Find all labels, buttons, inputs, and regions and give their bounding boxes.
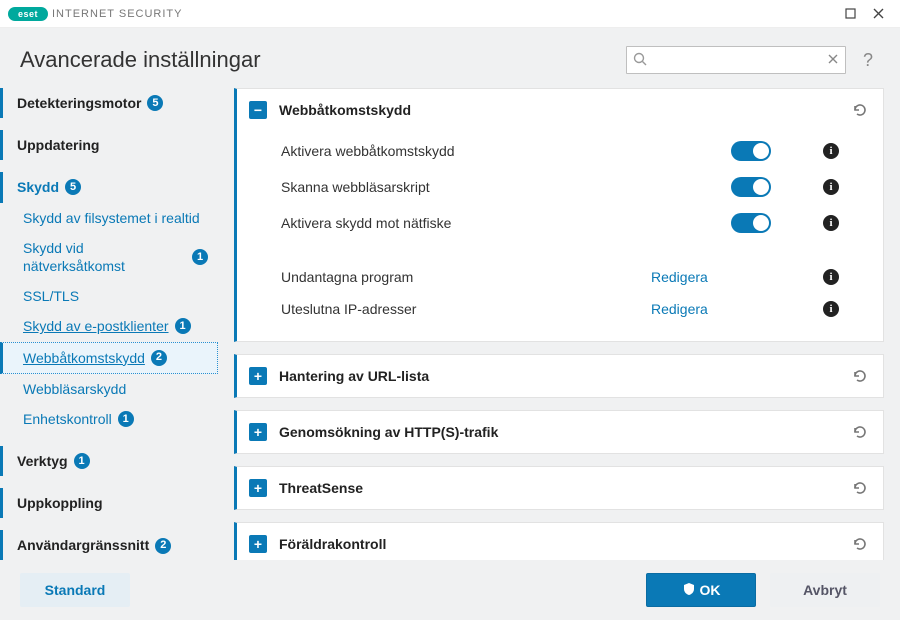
revert-icon[interactable] — [849, 533, 871, 555]
sidebar-item-webbatkomstskydd[interactable]: Webbåtkomstskydd 2 — [0, 342, 218, 374]
revert-icon[interactable] — [849, 99, 871, 121]
sidebar-item-label: Skydd av filsystemet i realtid — [23, 209, 200, 227]
setting-row: Aktivera skydd mot nätfiske i — [281, 205, 839, 241]
edit-link-uteslutna-ip[interactable]: Redigera — [651, 301, 801, 317]
info-icon[interactable]: i — [823, 269, 839, 285]
setting-label: Undantagna program — [281, 269, 651, 285]
revert-icon[interactable] — [849, 365, 871, 387]
sidebar-item-label: Skydd — [17, 178, 59, 196]
sidebar-item-uppdatering[interactable]: Uppdatering — [0, 130, 218, 160]
panel-body: Aktivera webbåtkomstskydd i Skanna webbl… — [237, 131, 883, 341]
clear-search-icon[interactable] — [827, 52, 839, 68]
page-title: Avancerade inställningar — [20, 47, 261, 73]
setting-row: Undantagna program Redigera i — [281, 261, 839, 293]
sidebar-item-enhetskontroll[interactable]: Enhetskontroll 1 — [0, 404, 218, 434]
badge: 5 — [147, 95, 163, 111]
search-box[interactable] — [626, 46, 846, 74]
sidebar-item-label: Uppkoppling — [17, 494, 103, 512]
ok-button[interactable]: OK — [646, 573, 756, 607]
sidebar-item-ssl-tls[interactable]: SSL/TLS — [0, 281, 218, 311]
toggle-aktivera-webbatkomstskydd[interactable] — [731, 141, 771, 161]
panel-threatsense: + ThreatSense — [234, 466, 884, 510]
product-name: INTERNET SECURITY — [52, 8, 182, 20]
badge: 2 — [155, 538, 171, 554]
ok-button-label: OK — [700, 582, 721, 598]
setting-row: Aktivera webbåtkomstskydd i — [281, 133, 839, 169]
panel-url-lista: + Hantering av URL-lista — [234, 354, 884, 398]
badge: 1 — [118, 411, 134, 427]
toggle-aktivera-natfiskeskydd[interactable] — [731, 213, 771, 233]
sidebar-item-verktyg[interactable]: Verktyg 1 — [0, 446, 218, 476]
setting-label: Aktivera skydd mot nätfiske — [281, 215, 731, 231]
help-icon[interactable]: ? — [856, 50, 880, 71]
header: Avancerade inställningar ? — [0, 28, 900, 84]
sidebar-item-anvandargranssnitt[interactable]: Användargränssnitt 2 — [0, 530, 218, 560]
sidebar-item-label: Skydd vid nätverksåtkomst — [23, 239, 186, 275]
sidebar-item-skydd-natverksatkomst[interactable]: Skydd vid nätverksåtkomst 1 — [0, 233, 218, 281]
sidebar-item-detekteringsmotor[interactable]: Detekteringsmotor 5 — [0, 88, 218, 118]
main: − Webbåtkomstskydd Aktivera webbåtkomsts… — [218, 84, 884, 560]
info-icon[interactable]: i — [823, 301, 839, 317]
toggle-skanna-webblasarskript[interactable] — [731, 177, 771, 197]
setting-label: Aktivera webbåtkomstskydd — [281, 143, 731, 159]
sidebar-item-label: Användargränssnitt — [17, 536, 149, 554]
sidebar-item-uppkoppling[interactable]: Uppkoppling — [0, 488, 218, 518]
info-icon[interactable]: i — [823, 143, 839, 159]
info-icon[interactable]: i — [823, 179, 839, 195]
brand-logo: eset INTERNET SECURITY — [8, 7, 182, 21]
sidebar-item-label: Webbåtkomstskydd — [23, 349, 145, 367]
sidebar-item-skydd[interactable]: Skydd 5 — [0, 172, 218, 202]
badge: 2 — [151, 350, 167, 366]
badge: 1 — [192, 249, 208, 265]
badge: 1 — [74, 453, 90, 469]
window-close-icon[interactable] — [864, 4, 892, 24]
setting-label: Skanna webbläsarskript — [281, 179, 731, 195]
sidebar-item-label: Detekteringsmotor — [17, 94, 141, 112]
sidebar-item-webblasarskydd[interactable]: Webbläsarskydd — [0, 374, 218, 404]
sidebar-item-label: SSL/TLS — [23, 287, 79, 305]
sidebar-item-label: Webbläsarskydd — [23, 380, 126, 398]
revert-icon[interactable] — [849, 477, 871, 499]
sidebar-item-skydd-filsystem[interactable]: Skydd av filsystemet i realtid — [0, 203, 218, 233]
expand-icon[interactable]: + — [249, 367, 267, 385]
panel-title: Genomsökning av HTTP(S)-trafik — [279, 424, 849, 440]
panel-title: Webbåtkomstskydd — [279, 102, 849, 118]
setting-label: Uteslutna IP-adresser — [281, 301, 651, 317]
info-icon[interactable]: i — [823, 215, 839, 231]
revert-icon[interactable] — [849, 421, 871, 443]
sidebar-item-label: Enhetskontroll — [23, 410, 112, 428]
sidebar-item-label: Uppdatering — [17, 136, 99, 154]
search-input[interactable] — [647, 52, 827, 69]
shield-icon — [682, 582, 696, 599]
sidebar: Detekteringsmotor 5 Uppdatering Skydd 5 … — [0, 84, 218, 560]
badge: 1 — [175, 318, 191, 334]
window-maximize-icon[interactable] — [836, 4, 864, 24]
setting-row: Uteslutna IP-adresser Redigera i — [281, 293, 839, 325]
panel-foraldrakontroll: + Föräldrakontroll — [234, 522, 884, 560]
title-bar: eset INTERNET SECURITY — [0, 0, 900, 28]
footer: Standard OK Avbryt — [0, 560, 900, 620]
setting-row: Skanna webbläsarskript i — [281, 169, 839, 205]
expand-icon[interactable]: + — [249, 423, 267, 441]
panel-title: ThreatSense — [279, 480, 849, 496]
sidebar-item-label: Verktyg — [17, 452, 68, 470]
svg-text:eset: eset — [18, 9, 38, 19]
search-icon — [633, 52, 647, 69]
panel-title: Hantering av URL-lista — [279, 368, 849, 384]
panel-webbatkomstskydd: − Webbåtkomstskydd Aktivera webbåtkomsts… — [234, 88, 884, 342]
cancel-button[interactable]: Avbryt — [770, 573, 880, 607]
expand-icon[interactable]: + — [249, 535, 267, 553]
panel-https-trafik: + Genomsökning av HTTP(S)-trafik — [234, 410, 884, 454]
badge: 5 — [65, 179, 81, 195]
sidebar-item-label: Skydd av e-postklienter — [23, 317, 169, 335]
panel-title: Föräldrakontroll — [279, 536, 849, 552]
expand-icon[interactable]: + — [249, 479, 267, 497]
sidebar-item-skydd-epostklienter[interactable]: Skydd av e-postklienter 1 — [0, 311, 218, 341]
default-button[interactable]: Standard — [20, 573, 130, 607]
collapse-icon[interactable]: − — [249, 101, 267, 119]
edit-link-undantagna-program[interactable]: Redigera — [651, 269, 801, 285]
